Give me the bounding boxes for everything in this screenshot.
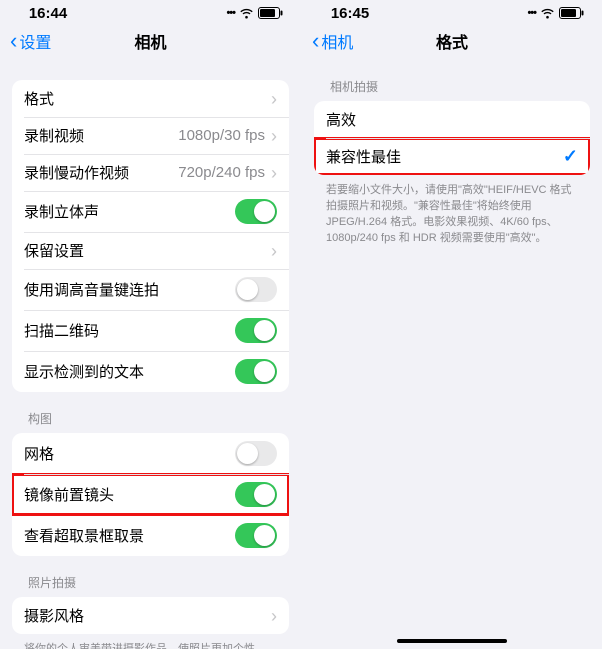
status-bar: 16:45 •••	[302, 0, 602, 22]
row-label: 兼容性最佳	[326, 146, 401, 167]
camera-settings-screen: 16:44 ••• ‹ 设置 相机 格式›录制视频1080p/30 fps›录制…	[0, 0, 301, 649]
back-label: 相机	[321, 29, 353, 53]
section-header-photo: 照片拍摄	[0, 556, 301, 597]
settings-row[interactable]: 摄影风格 ›	[12, 597, 289, 634]
chevron-right-icon: ›	[271, 90, 277, 108]
toggle-switch[interactable]	[235, 359, 277, 384]
settings-row[interactable]: 高效	[314, 101, 590, 138]
row-label: 录制慢动作视频	[24, 162, 129, 183]
status-bar: 16:44 •••	[0, 0, 301, 22]
row-label: 录制视频	[24, 125, 84, 146]
row-detail: 1080p/30 fps	[178, 127, 265, 144]
checkmark-icon: ✓	[563, 146, 578, 167]
cellular-icon: •••	[527, 7, 536, 19]
settings-row[interactable]: 使用调高音量键连拍	[12, 269, 289, 310]
toggle-switch[interactable]	[235, 441, 277, 466]
toggle-knob	[237, 443, 258, 464]
status-indicators: •••	[226, 7, 283, 19]
settings-group-format: 高效兼容性最佳 ✓	[314, 101, 590, 175]
settings-group-main: 格式 › 录制视频 1080p/30 fps › 录制慢动作视频 720p/240 fps ›…	[12, 80, 289, 392]
wifi-icon	[239, 8, 254, 19]
section-header-composition: 构图	[0, 392, 301, 433]
settings-row[interactable]: 网格	[12, 433, 289, 474]
toggle-switch[interactable]	[235, 523, 277, 548]
row-label: 格式	[24, 88, 54, 109]
chevron-right-icon: ›	[271, 607, 277, 625]
row-label: 镜像前置镜头	[24, 484, 114, 505]
toggle-switch[interactable]	[235, 199, 277, 224]
status-indicators: •••	[527, 7, 584, 19]
toggle-knob	[254, 201, 275, 222]
row-label: 网格	[24, 443, 54, 464]
settings-row[interactable]: 录制视频 1080p/30 fps ›	[12, 117, 289, 154]
toggle-knob	[254, 320, 275, 341]
row-label: 扫描二维码	[24, 320, 99, 341]
nav-bar: ‹ 相机 格式	[302, 22, 602, 60]
row-label: 保留设置	[24, 240, 84, 261]
settings-row[interactable]: 格式 ›	[12, 80, 289, 117]
battery-icon	[258, 7, 283, 19]
toggle-knob	[254, 525, 275, 546]
battery-icon	[559, 7, 584, 19]
back-button[interactable]: ‹ 设置	[10, 29, 51, 53]
row-label: 使用调高音量键连拍	[24, 279, 159, 300]
status-time: 16:45	[320, 5, 380, 22]
toggle-knob	[254, 361, 275, 382]
back-button[interactable]: ‹ 相机	[312, 29, 353, 53]
toggle-knob	[254, 484, 275, 505]
row-detail: 720p/240 fps	[178, 164, 265, 181]
chevron-right-icon: ›	[271, 242, 277, 260]
settings-row[interactable]: 保留设置 ›	[12, 232, 289, 269]
chevron-right-icon: ›	[271, 127, 277, 145]
back-label: 设置	[19, 29, 51, 53]
cellular-icon: •••	[226, 7, 235, 19]
settings-group-photo: 摄影风格 ›	[12, 597, 289, 634]
settings-row[interactable]: 兼容性最佳 ✓	[314, 138, 590, 175]
row-label: 录制立体声	[24, 201, 99, 222]
toggle-knob	[237, 279, 258, 300]
status-time: 16:44	[18, 5, 78, 22]
chevron-left-icon: ‹	[10, 30, 17, 52]
settings-row[interactable]: 录制慢动作视频 720p/240 fps ›	[12, 154, 289, 191]
settings-group-composition: 网格镜像前置镜头查看超取景框取景	[12, 433, 289, 556]
footer-text-photo: 将你的个人审美带进摄影作品，使照片更加个性化。"摄影风格"使用先进的场景理解技术…	[0, 634, 301, 649]
toggle-switch[interactable]	[235, 482, 277, 507]
toggle-switch[interactable]	[235, 277, 277, 302]
nav-bar: ‹ 设置 相机	[0, 22, 301, 60]
toggle-switch[interactable]	[235, 318, 277, 343]
formats-screen: 16:45 ••• ‹ 相机 格式 相机拍摄 高效兼容性最佳 ✓ 若要缩小文件大小…	[301, 0, 602, 649]
settings-row[interactable]: 扫描二维码	[12, 310, 289, 351]
row-label: 摄影风格	[24, 605, 84, 626]
chevron-left-icon: ‹	[312, 30, 319, 52]
row-label: 查看超取景框取景	[24, 525, 144, 546]
settings-row[interactable]: 查看超取景框取景	[12, 515, 289, 556]
settings-row[interactable]: 显示检测到的文本	[12, 351, 289, 392]
settings-row[interactable]: 镜像前置镜头	[12, 474, 289, 515]
row-label: 显示检测到的文本	[24, 361, 144, 382]
settings-row[interactable]: 录制立体声	[12, 191, 289, 232]
row-label: 高效	[326, 109, 356, 130]
wifi-icon	[540, 8, 555, 19]
home-indicator[interactable]	[397, 639, 507, 643]
chevron-right-icon: ›	[271, 164, 277, 182]
footer-text-format: 若要缩小文件大小，请使用"高效"HEIF/HEVC 格式拍摄照片和视频。"兼容性…	[302, 175, 602, 247]
section-header-capture: 相机拍摄	[302, 60, 602, 101]
